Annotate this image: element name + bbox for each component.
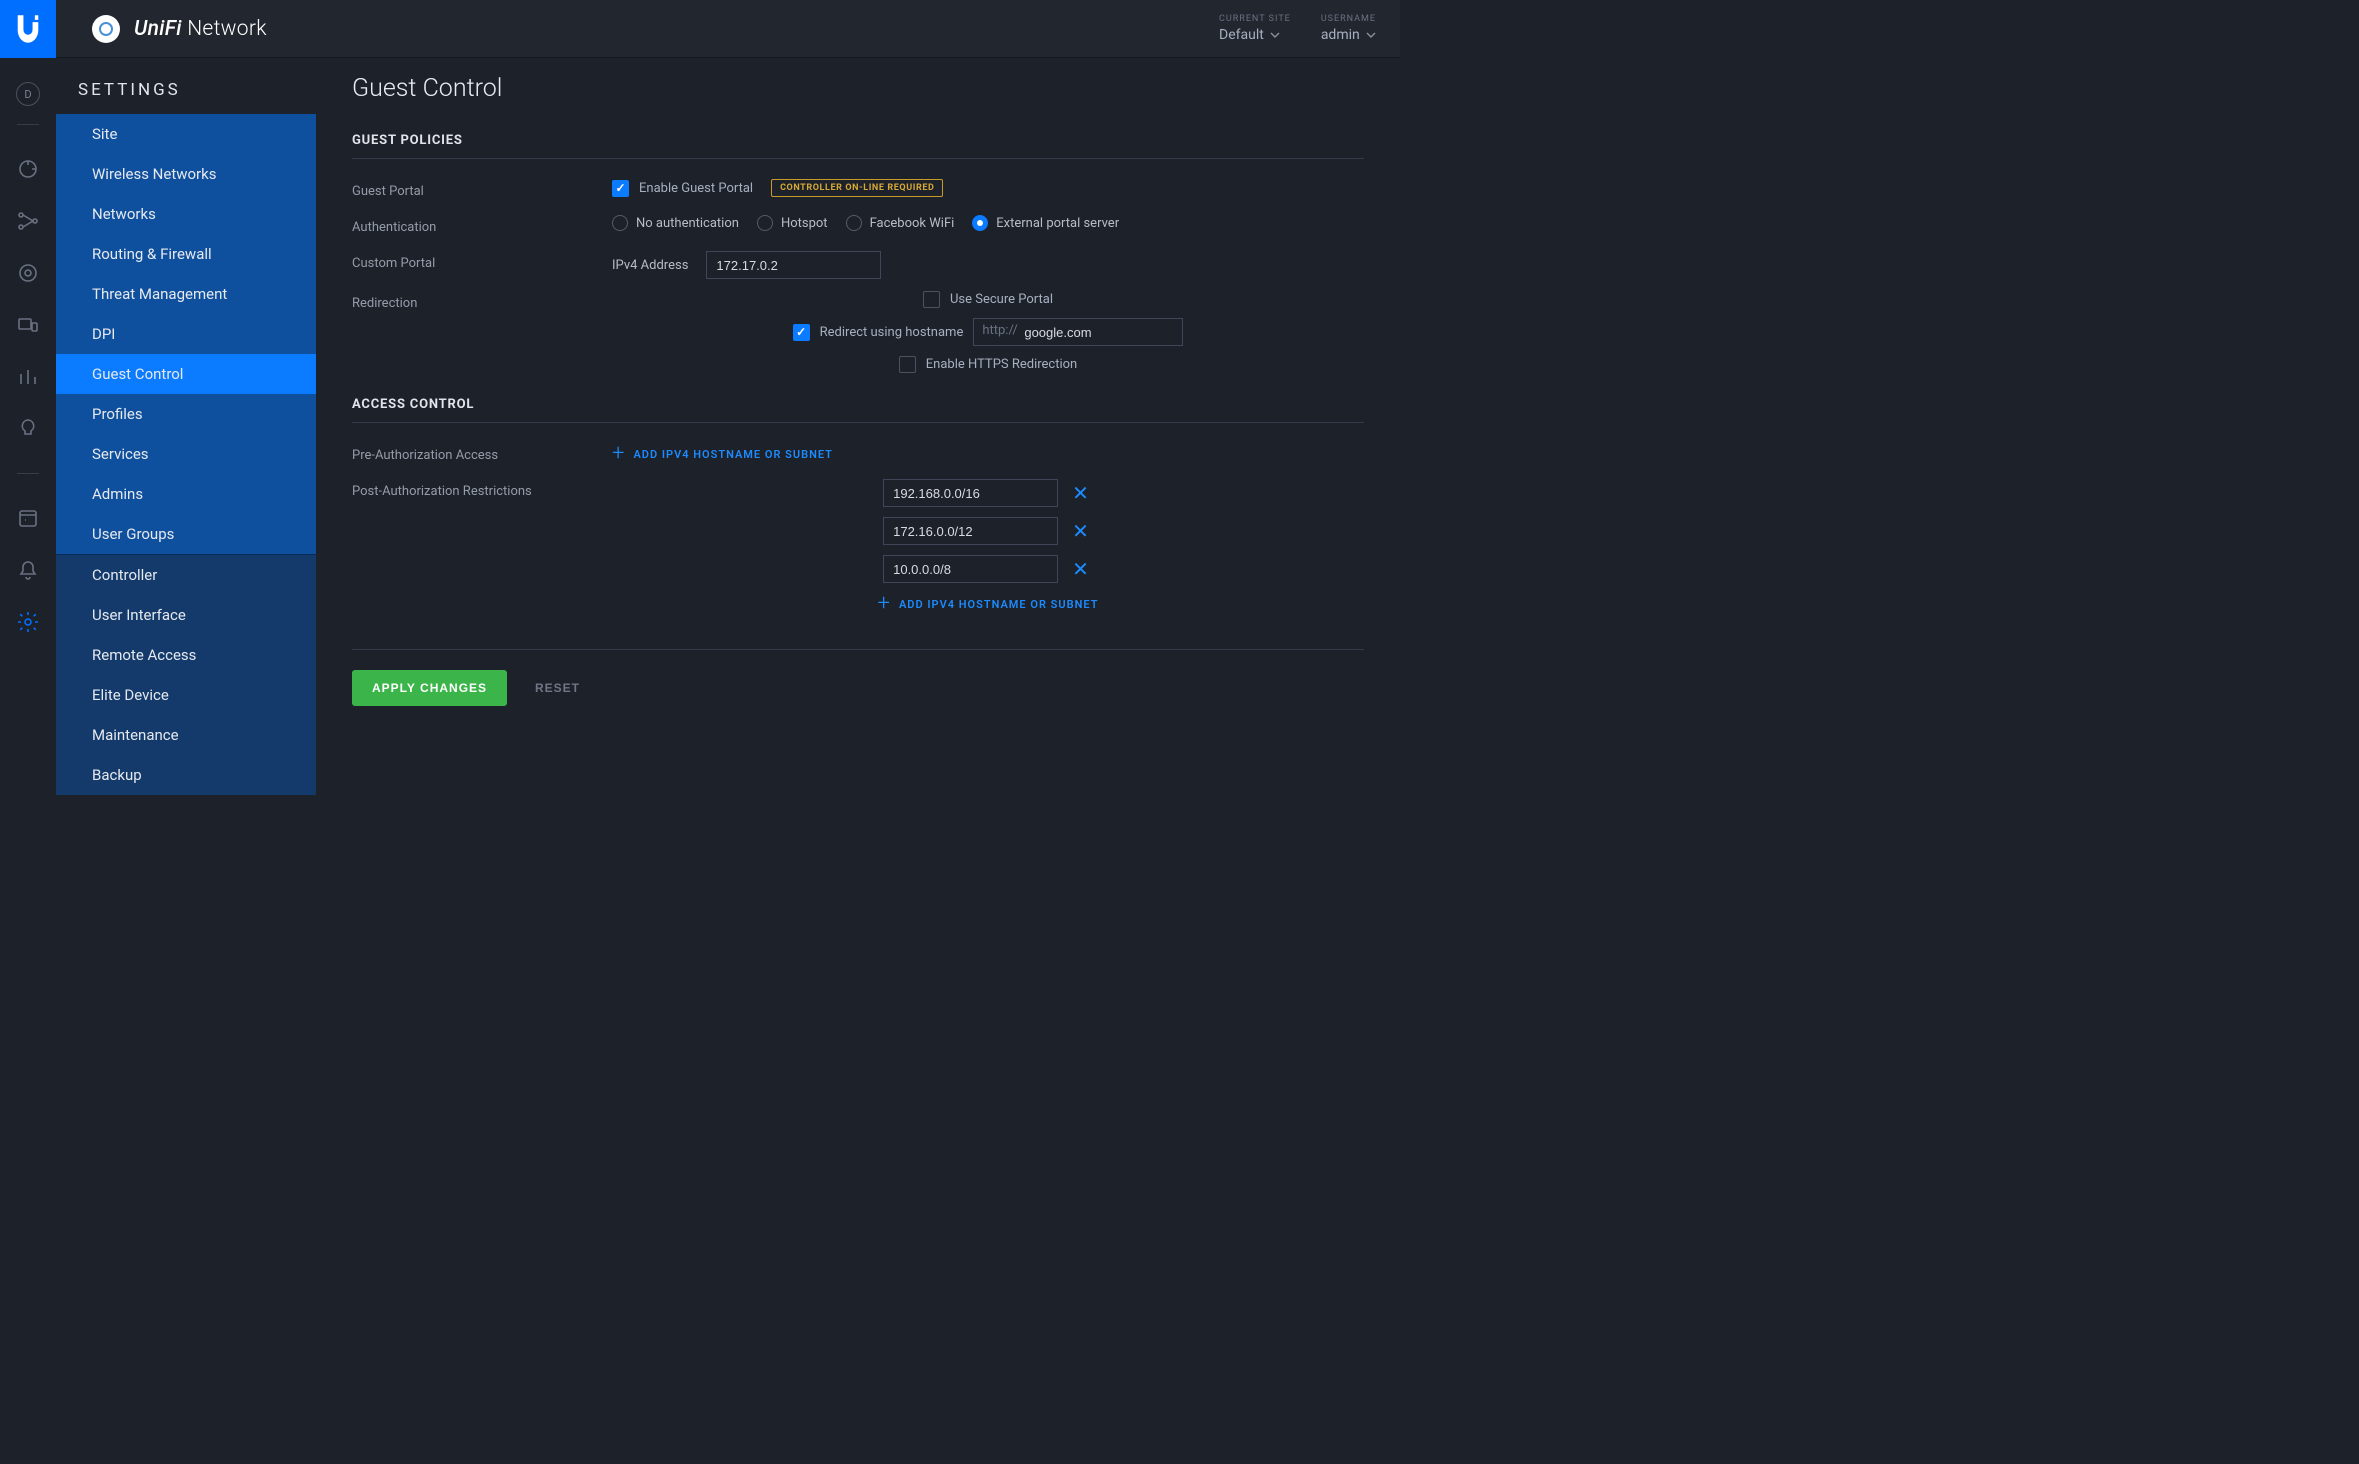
input-restriction[interactable] (883, 517, 1058, 545)
sidebar-item-profiles[interactable]: Profiles (56, 394, 316, 434)
ubiquiti-icon (14, 13, 42, 45)
radio-external-portal-server[interactable]: External portal server (972, 215, 1119, 231)
sidebar-item-dpi[interactable]: DPI (56, 314, 316, 354)
sidebar-item-backup[interactable]: Backup (56, 755, 316, 795)
username-selector[interactable]: USERNAME admin (1321, 14, 1376, 43)
site-badge[interactable]: D (16, 82, 40, 106)
plus-icon: + (878, 593, 891, 615)
sidebar-item-services[interactable]: Services (56, 434, 316, 474)
checkbox-use-secure-portal[interactable] (923, 291, 940, 308)
remove-restriction-button[interactable]: ✕ (1068, 519, 1093, 543)
top-header: UniFi Network CURRENT SITE Default USERN… (56, 0, 1400, 58)
radio-label: External portal server (996, 216, 1119, 231)
sidebar-item-elite-device[interactable]: Elite Device (56, 675, 316, 715)
plus-icon: + (612, 443, 625, 465)
checkbox-label: Use Secure Portal (950, 292, 1053, 307)
radio-icon (612, 215, 628, 231)
nav-rail: D (0, 0, 56, 869)
radio-facebook-wifi[interactable]: Facebook WiFi (846, 215, 955, 231)
stats-icon[interactable] (16, 365, 40, 389)
radio-no-authentication[interactable]: No authentication (612, 215, 739, 231)
label-post-auth: Post-Authorization Restrictions (352, 479, 612, 499)
input-redirect-hostname[interactable] (973, 318, 1183, 346)
restriction-row: ✕ (883, 479, 1093, 507)
checkbox-enable-https-redirect[interactable] (899, 356, 916, 373)
restriction-row: ✕ (883, 517, 1093, 545)
checkbox-label: Enable Guest Portal (639, 181, 753, 196)
radio-label: No authentication (636, 216, 739, 231)
dashboard-icon[interactable] (16, 157, 40, 181)
sidebar-item-user-interface[interactable]: User Interface (56, 595, 316, 635)
chevron-down-icon (1366, 30, 1376, 40)
topology-icon[interactable] (16, 209, 40, 233)
label-redirection: Redirection (352, 291, 612, 311)
add-pre-auth-button[interactable]: + ADD IPV4 HOSTNAME OR SUBNET (612, 443, 833, 465)
reset-button[interactable]: RESET (535, 681, 580, 695)
apply-changes-button[interactable]: APPLY CHANGES (352, 670, 507, 706)
restriction-row: ✕ (883, 555, 1093, 583)
input-restriction[interactable] (883, 555, 1058, 583)
events-icon[interactable] (16, 506, 40, 530)
label-custom-portal: Custom Portal (352, 251, 612, 271)
insights-icon[interactable] (16, 417, 40, 441)
radio-label: Facebook WiFi (870, 216, 955, 231)
product-icon (92, 15, 120, 43)
sidebar-item-threat-management[interactable]: Threat Management (56, 274, 316, 314)
radio-label: Hotspot (781, 216, 828, 231)
section-access-control: ACCESS CONTROL (352, 397, 1364, 423)
sidebar-item-networks[interactable]: Networks (56, 194, 316, 234)
sidebar-title: SETTINGS (56, 80, 316, 114)
page-content: Guest Control GUEST POLICIES Guest Porta… (316, 58, 1400, 869)
input-restriction[interactable] (883, 479, 1058, 507)
brand-logo[interactable] (0, 0, 56, 58)
section-guest-policies: GUEST POLICIES (352, 133, 1364, 159)
radio-hotspot[interactable]: Hotspot (757, 215, 828, 231)
sidebar-item-controller[interactable]: Controller (56, 555, 316, 595)
checkbox-redirect-hostname[interactable] (793, 324, 810, 341)
label-pre-auth: Pre-Authorization Access (352, 443, 612, 463)
sidebar-item-site[interactable]: Site (56, 114, 316, 154)
radio-icon (972, 215, 988, 231)
add-post-auth-button[interactable]: +ADD IPV4 HOSTNAME OR SUBNET (878, 593, 1099, 615)
current-site-selector[interactable]: CURRENT SITE Default (1219, 14, 1291, 43)
map-icon[interactable] (16, 261, 40, 285)
remove-restriction-button[interactable]: ✕ (1068, 557, 1093, 581)
alerts-icon[interactable] (16, 558, 40, 582)
divider (17, 473, 39, 474)
checkbox-label: Enable HTTPS Redirection (926, 357, 1077, 372)
sidebar-item-guest-control[interactable]: Guest Control (56, 354, 316, 394)
sidebar-item-user-groups[interactable]: User Groups (56, 514, 316, 554)
label-authentication: Authentication (352, 215, 612, 235)
sidebar-item-maintenance[interactable]: Maintenance (56, 715, 316, 755)
input-ipv4-address[interactable] (706, 251, 881, 279)
sidebar-item-wireless-networks[interactable]: Wireless Networks (56, 154, 316, 194)
sidebar-item-remote-access[interactable]: Remote Access (56, 635, 316, 675)
label-guest-portal: Guest Portal (352, 179, 612, 199)
badge-controller-online: CONTROLLER ON-LINE REQUIRED (771, 179, 943, 197)
radio-icon (757, 215, 773, 231)
sidebar-item-routing-firewall[interactable]: Routing & Firewall (56, 234, 316, 274)
brand-title: UniFi Network (134, 17, 267, 41)
sidebar-item-admins[interactable]: Admins (56, 474, 316, 514)
label-ipv4-address: IPv4 Address (612, 258, 688, 273)
page-title: Guest Control (352, 74, 1364, 103)
checkbox-enable-guest-portal[interactable] (612, 180, 629, 197)
settings-icon[interactable] (16, 610, 40, 634)
remove-restriction-button[interactable]: ✕ (1068, 481, 1093, 505)
chevron-down-icon (1270, 30, 1280, 40)
divider (17, 124, 39, 125)
checkbox-label: Redirect using hostname (820, 325, 964, 340)
devices-icon[interactable] (16, 313, 40, 337)
radio-icon (846, 215, 862, 231)
settings-sidebar: SETTINGS SiteWireless NetworksNetworksRo… (56, 58, 316, 869)
